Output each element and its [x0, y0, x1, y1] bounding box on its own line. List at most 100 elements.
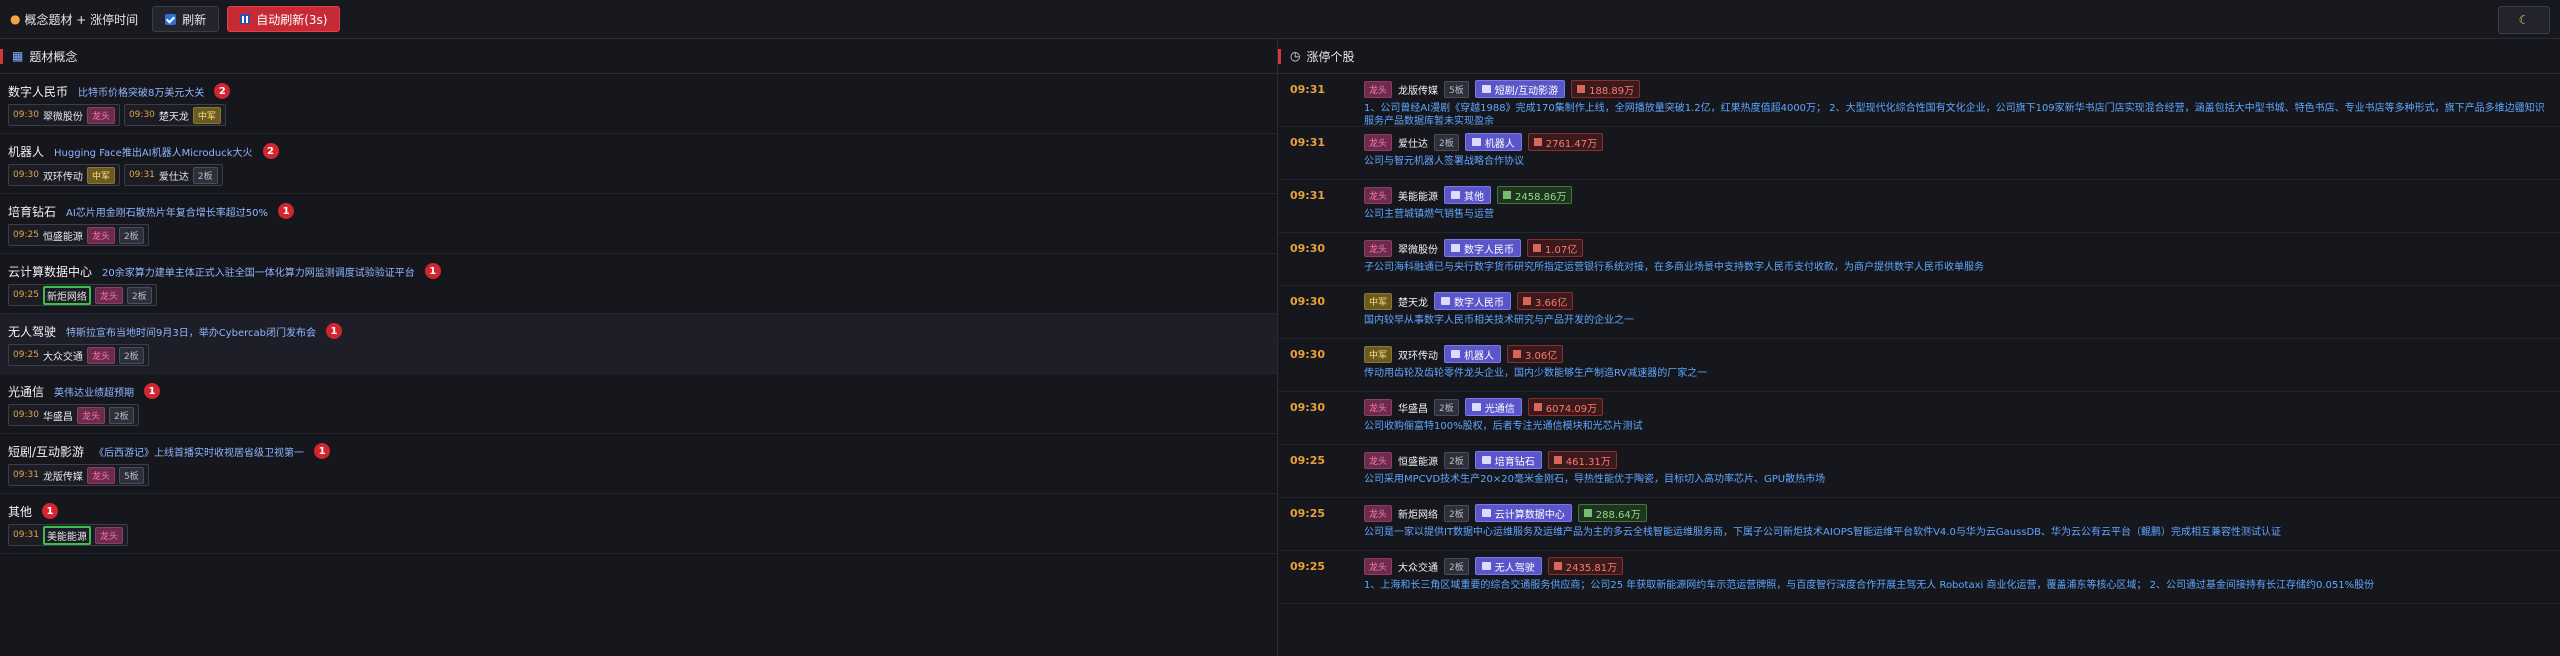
chip-role-tag: 龙头 — [86, 106, 115, 124]
concept-count-badge: 1 — [144, 383, 161, 399]
concept-pill[interactable]: 云计算数据中心 — [1474, 504, 1572, 522]
stock-chip[interactable]: 09:31 龙版传媒 龙头 5板 — [8, 464, 149, 486]
stock-row[interactable]: 09:25 龙头 新炬网络 2板 云计算数据中心 288.64万 公司是一家以提供IT数据中… — [1278, 498, 2560, 551]
stock-row[interactable]: 09:25 龙头 恒盛能源 2板 培育钻石 461.31万 公司采用MPCVD技术生产20×… — [1278, 445, 2560, 498]
concept-news[interactable]: 英伟达业绩超预期 — [54, 384, 134, 399]
concept-pill[interactable]: 其他 — [1444, 186, 1492, 204]
concept-row[interactable]: 培育钻石 AI芯片用金刚石散热片年复合增长率超过50% 1 09:25 恒盛能源 龙头 2板 — [0, 194, 1277, 254]
concept-row[interactable]: 其他 1 09:31 美能能源 龙头 — [0, 494, 1277, 554]
stock-header: 09:31 龙头 龙版传媒 5板 短剧/互动影游 188.89万 — [1290, 80, 2550, 98]
stock-chip[interactable]: 09:25 恒盛能源 龙头 2板 — [8, 224, 149, 246]
theme-toggle-button[interactable]: ☾ — [2498, 6, 2550, 34]
stock-name: 恒盛能源 — [1398, 456, 1439, 468]
refresh-button[interactable]: 刷新 — [152, 6, 220, 32]
concept-pill[interactable]: 短剧/互动影游 — [1474, 80, 1566, 98]
role-tag: 龙头 — [1364, 504, 1393, 522]
concept-pill[interactable]: 数字人民币 — [1444, 239, 1522, 257]
concept-news[interactable]: 特斯拉宣布当地时间9月3日，举办Cybercab闭门发布会 — [66, 324, 316, 339]
stock-header: 09:30 中军 楚天龙 数字人民币 3.66亿 — [1290, 292, 2550, 310]
concept-pill[interactable]: 数字人民币 — [1434, 292, 1512, 310]
chip-role-tag: 龙头 — [76, 406, 105, 424]
role-tag: 龙头 — [1364, 451, 1393, 469]
stock-row[interactable]: 09:30 中军 楚天龙 数字人民币 3.66亿 国内较早从事数字人民币相关技术研究与产品… — [1278, 286, 2560, 339]
concept-news[interactable]: AI芯片用金刚石散热片年复合增长率超过50% — [66, 204, 268, 219]
seal-amount: 2458.86万 — [1497, 186, 1573, 204]
stock-chip[interactable]: 09:30 楚天龙 中军 — [123, 104, 226, 126]
concept-icon — [1481, 85, 1491, 93]
concept-row[interactable]: 数字人民币 比特币价格突破8万美元大关 2 09:30 翠微股份 龙头 09:30 楚天龙 中军 — [0, 74, 1277, 134]
stock-chip[interactable]: 09:31 美能能源 龙头 — [8, 524, 128, 546]
seal-amount: 288.64万 — [1577, 504, 1647, 522]
concept-pill-label: 无人驾驶 — [1494, 562, 1535, 574]
concept-pill[interactable]: 无人驾驶 — [1474, 557, 1542, 575]
concept-news[interactable]: 《后西游记》上线首播实时收视居省级卫视第一 — [94, 444, 304, 459]
chip-stock-name: 楚天龙 — [158, 111, 189, 123]
concept-row[interactable]: 机器人 Hugging Face推出AI机器人Microduck大火 2 09:30 双… — [0, 134, 1277, 194]
stock-name: 楚天龙 — [1398, 297, 1429, 309]
stock-row[interactable]: 09:30 龙头 华盛昌 2板 光通信 6074.09万 公司收购俪富特100%股权，后者专… — [1278, 392, 2560, 445]
chip-role-tag: 龙头 — [94, 526, 123, 544]
concept-pill-label: 机器人 — [1484, 138, 1515, 150]
limit-up-time: 09:30 — [1290, 294, 1326, 308]
stock-row[interactable]: 09:31 龙头 美能能源 其他 2458.86万 公司主营城镇燃气销售与运营 — [1278, 180, 2560, 233]
stock-reason: 公司与智元机器人签署战略合作协议 — [1364, 156, 1524, 167]
concept-name: 培育钻石 — [8, 204, 57, 219]
seal-amount-value: 188.89万 — [1589, 85, 1635, 97]
stock-row[interactable]: 09:31 龙头 龙版传媒 5板 短剧/互动影游 188.89万 1、公司曾经AI漫剧《穿越… — [1278, 74, 2560, 127]
role-tag: 龙头 — [1364, 80, 1393, 98]
stock-chip[interactable]: 09:25 大众交通 龙头 2板 — [8, 344, 149, 366]
concept-stock-chips: 09:31 龙版传媒 龙头 5板 — [8, 464, 1269, 486]
concept-row[interactable]: 短剧/互动影游 《后西游记》上线首播实时收视居省级卫视第一 1 09:31 龙版传媒 龙头… — [0, 434, 1277, 494]
stock-header: 09:30 龙头 华盛昌 2板 光通信 6074.09万 — [1290, 398, 2550, 416]
concept-icon — [1471, 403, 1481, 411]
stock-chip[interactable]: 09:30 翠微股份 龙头 — [8, 104, 120, 126]
concept-pill[interactable]: 机器人 — [1444, 345, 1502, 363]
concept-name: 光通信 — [8, 384, 45, 399]
stock-chip[interactable]: 09:25 新炬网络 龙头 2板 — [8, 284, 157, 306]
seal-amount-value: 2435.81万 — [1565, 562, 1618, 574]
stock-chip[interactable]: 09:31 爱仕达 2板 — [123, 164, 223, 186]
concept-pill-label: 机器人 — [1464, 350, 1495, 362]
chip-stock-name: 恒盛能源 — [42, 231, 83, 243]
stock-row[interactable]: 09:30 中军 双环传动 机器人 3.06亿 传动用齿轮及齿轮零件龙头企业，国内少数能够… — [1278, 339, 2560, 392]
concept-news[interactable]: 比特币价格突破8万美元大关 — [78, 84, 204, 99]
chip-board-tag: 2板 — [108, 406, 134, 424]
auto-refresh-button[interactable]: 自动刷新(3s) — [227, 6, 341, 32]
concept-pill[interactable]: 光通信 — [1464, 398, 1522, 416]
concept-news[interactable]: 20余家算力建单主体正式入驻全国一体化算力网监测调度试验验证平台 — [102, 264, 415, 279]
board-count-tag: 2板 — [1434, 398, 1459, 416]
concept-row[interactable]: 无人驾驶 特斯拉宣布当地时间9月3日，举办Cybercab闭门发布会 1 09:25 大… — [0, 314, 1277, 374]
concept-pill-label: 数字人民币 — [1454, 297, 1505, 309]
stock-row[interactable]: 09:25 龙头 大众交通 2板 无人驾驶 2435.81万 1、上海和长三角区域重要的综合… — [1278, 551, 2560, 604]
chip-time: 09:31 — [13, 530, 39, 540]
concept-pill-label: 光通信 — [1484, 403, 1515, 415]
concept-news[interactable]: Hugging Face推出AI机器人Microduck大火 — [54, 144, 253, 159]
clock-icon: ◷ — [1290, 49, 1301, 63]
stock-name: 华盛昌 — [1398, 403, 1429, 415]
chip-stock-name: 华盛昌 — [42, 411, 73, 423]
concept-row[interactable]: 光通信 英伟达业绩超预期 1 09:30 华盛昌 龙头 2板 — [0, 374, 1277, 434]
concept-stock-chips: 09:25 大众交通 龙头 2板 — [8, 344, 1269, 366]
seal-amount: 3.66亿 — [1517, 292, 1574, 310]
stock-chip[interactable]: 09:30 华盛昌 龙头 2板 — [8, 404, 139, 426]
stock-row[interactable]: 09:30 龙头 翠微股份 数字人民币 1.07亿 子公司海科融通已与央行数字货币研究所指… — [1278, 233, 2560, 286]
concept-header: 机器人 Hugging Face推出AI机器人Microduck大火 2 — [8, 142, 1269, 160]
seal-amount: 3.06亿 — [1507, 345, 1564, 363]
stock-row[interactable]: 09:31 龙头 爱仕达 2板 机器人 2761.47万 公司与智元机器人签署战略合作协议 — [1278, 127, 2560, 180]
stock-header: 09:25 龙头 大众交通 2板 无人驾驶 2435.81万 — [1290, 557, 2550, 575]
stock-chip[interactable]: 09:30 双环传动 中军 — [8, 164, 120, 186]
concept-stock-chips: 09:25 新炬网络 龙头 2板 — [8, 284, 1269, 306]
concept-pill[interactable]: 机器人 — [1464, 133, 1522, 151]
role-tag: 龙头 — [1364, 133, 1393, 151]
chip-time: 09:25 — [13, 290, 39, 300]
chip-role-tag: 龙头 — [86, 466, 115, 484]
concept-header: 数字人民币 比特币价格突破8万美元大关 2 — [8, 82, 1269, 100]
seal-amount: 2761.47万 — [1527, 133, 1604, 151]
stock-reason: 公司是一家以提供IT数据中心运维服务及运维产品为主的多云全栈智能运维服务商，下属… — [1364, 527, 2282, 538]
concept-stock-chips: 09:30 华盛昌 龙头 2板 — [8, 404, 1269, 426]
amount-icon — [1513, 350, 1522, 358]
concept-pill[interactable]: 培育钻石 — [1474, 451, 1542, 469]
stock-reason: 1、上海和长三角区域重要的综合交通服务供应商；公司25 年获取新能源网约车示范运… — [1364, 580, 2375, 591]
concept-row[interactable]: 云计算数据中心 20余家算力建单主体正式入驻全国一体化算力网监测调度试验验证平台 1… — [0, 254, 1277, 314]
stock-name: 翠微股份 — [1398, 244, 1439, 256]
